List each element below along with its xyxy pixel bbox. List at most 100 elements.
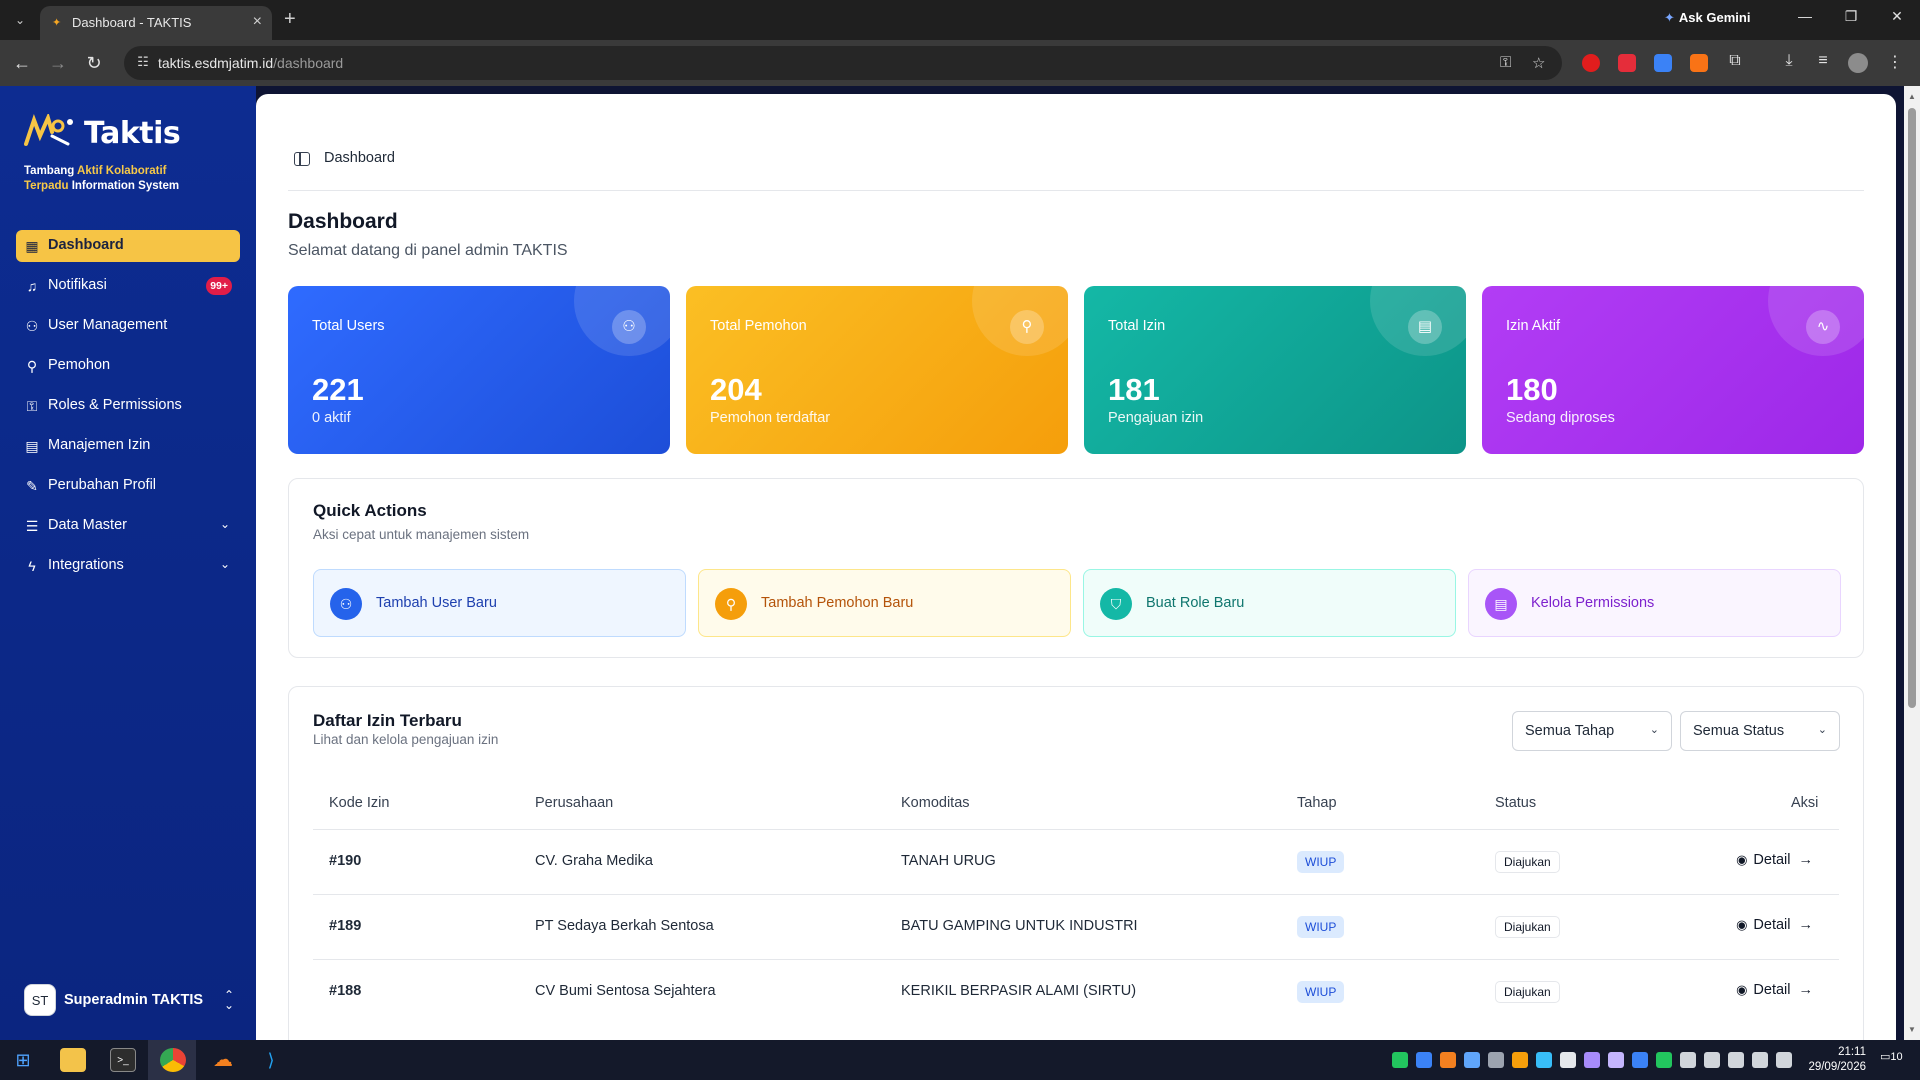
column-header-perusahaan: Perusahaan	[535, 795, 614, 811]
kode-izin-cell: #190	[329, 853, 362, 869]
tray-app-icon[interactable]	[1488, 1052, 1504, 1068]
extension-youtube-icon[interactable]	[1618, 54, 1636, 72]
sidebar-item-roles-permissions[interactable]: ⚿ Roles & Permissions	[16, 390, 240, 422]
extension-red-icon[interactable]	[1582, 54, 1600, 72]
address-bar[interactable]: ☷ taktis.esdmjatim.id/dashboard ⚿ ☆	[124, 46, 1562, 80]
tray-app-icon[interactable]	[1416, 1052, 1432, 1068]
ask-gemini-button[interactable]: ✦ Ask Gemini	[1664, 10, 1750, 26]
user-menu[interactable]: ST Superadmin TAKTIS ⌃ ⌄	[24, 984, 234, 1018]
browser-menu-icon[interactable]: ⋮	[1884, 52, 1906, 72]
filter-status-select[interactable]: Semua Status ⌄	[1680, 711, 1840, 751]
tray-app-icon[interactable]	[1440, 1052, 1456, 1068]
tray-app-icon[interactable]	[1536, 1052, 1552, 1068]
tray-app-icon[interactable]	[1776, 1052, 1792, 1068]
network-icon[interactable]	[1704, 1052, 1720, 1068]
sidebar-item-notifikasi[interactable]: ♫ Notifikasi 99+	[16, 270, 240, 302]
back-icon[interactable]: ←	[10, 51, 34, 75]
display-icon[interactable]	[1752, 1052, 1768, 1068]
tray-app-icon[interactable]	[1608, 1052, 1624, 1068]
sidebar-item-perubahan-profil[interactable]: ✎ Perubahan Profil	[16, 470, 240, 502]
extension-orange-icon[interactable]	[1690, 54, 1708, 72]
browser-tab[interactable]: ✦ Dashboard - TAKTIS ×	[40, 6, 272, 40]
tray-app-icon[interactable]	[1656, 1052, 1672, 1068]
address-url[interactable]: taktis.esdmjatim.id/dashboard	[158, 55, 343, 71]
kode-izin-cell: #188	[329, 983, 362, 999]
page-scrollbar[interactable]: ▲ ▼	[1904, 86, 1920, 1040]
gemini-spark-icon: ✦	[1664, 10, 1675, 25]
tambah-pemohon-baru-button[interactable]: ⚲ Tambah Pemohon Baru	[698, 569, 1071, 637]
table-row: #189 PT Sedaya Berkah Sentosa BATU GAMPI…	[313, 894, 1839, 959]
stat-subtext: Sedang diproses	[1506, 410, 1615, 426]
scroll-down-icon[interactable]: ▼	[1908, 1025, 1916, 1034]
arrow-right-icon: →	[1798, 852, 1814, 868]
column-header-status: Status	[1495, 795, 1537, 811]
perusahaan-cell: CV. Graha Medika	[535, 853, 653, 869]
tray-app-icon[interactable]	[1680, 1052, 1696, 1068]
browser-toolbar: ← → ↻ ☷ taktis.esdmjatim.id/dashboard ⚿ …	[0, 40, 1920, 86]
users-icon: ⚇	[612, 310, 646, 344]
brand-name: Taktis	[84, 116, 181, 151]
reading-list-icon[interactable]: ≡	[1812, 52, 1834, 70]
tab-close-icon[interactable]: ×	[253, 13, 262, 31]
stat-card-total-izin: ▤ Total Izin 181 Pengajuan izin	[1084, 286, 1466, 454]
stat-subtext: Pemohon terdaftar	[710, 410, 831, 426]
minimize-icon[interactable]: —	[1790, 8, 1820, 24]
restore-icon[interactable]: ❐	[1836, 8, 1866, 25]
sidebar-item-pemohon[interactable]: ⚲ Pemohon	[16, 350, 240, 382]
tray-app-icon[interactable]	[1392, 1052, 1408, 1068]
column-header-komoditas: Komoditas	[901, 795, 970, 811]
bookmark-star-icon[interactable]: ☆	[1532, 54, 1545, 72]
tray-app-icon[interactable]	[1464, 1052, 1480, 1068]
ask-gemini-label: Ask Gemini	[1678, 10, 1751, 25]
site-info-icon[interactable]: ☷	[134, 54, 152, 72]
volume-icon[interactable]	[1728, 1052, 1744, 1068]
user-plus-icon: ⚲	[715, 588, 747, 620]
scroll-up-icon[interactable]: ▲	[1908, 92, 1916, 101]
sidebar-item-user-management[interactable]: ⚇ User Management	[16, 310, 240, 342]
close-window-icon[interactable]: ✕	[1882, 8, 1912, 25]
file-explorer-icon[interactable]	[60, 1048, 86, 1072]
izin-table-subtitle: Lihat dan kelola pengajuan izin	[313, 732, 499, 747]
clock-date: 29/09/2026	[1808, 1061, 1866, 1073]
sidebar-toggle-icon[interactable]	[294, 152, 310, 166]
system-clock[interactable]: 21:11 29/09/2026	[1796, 1045, 1866, 1075]
extensions-puzzle-icon[interactable]: ⧉	[1724, 52, 1746, 70]
cloudflare-icon[interactable]: ☁	[210, 1048, 236, 1072]
sidebar-item-data-master[interactable]: ☰ Data Master ⌄	[16, 510, 240, 542]
chevron-down-icon: ⌄	[1817, 724, 1827, 736]
buat-role-baru-button[interactable]: ⛉ Buat Role Baru	[1083, 569, 1456, 637]
detail-button[interactable]: ◉ Detail →	[1736, 852, 1813, 868]
bluetooth-icon[interactable]	[1632, 1052, 1648, 1068]
reload-icon[interactable]: ↻	[82, 51, 106, 75]
file-icon: ▤	[1408, 310, 1442, 344]
kelola-permissions-button[interactable]: ▤ Kelola Permissions	[1468, 569, 1841, 637]
tagline-part: Information System	[68, 180, 180, 192]
user-plus-icon: ⚲	[1010, 310, 1044, 344]
detail-button[interactable]: ◉ Detail →	[1736, 917, 1813, 933]
file-icon: ▤	[1485, 588, 1517, 620]
forward-icon[interactable]: →	[46, 51, 70, 75]
new-tab-icon[interactable]: +	[284, 8, 296, 30]
tab-search-icon[interactable]: ⌄	[10, 10, 30, 30]
tray-app-icon[interactable]	[1584, 1052, 1600, 1068]
tray-app-icon[interactable]	[1512, 1052, 1528, 1068]
notification-center-icon[interactable]: ▭10	[1880, 1050, 1903, 1063]
filter-tahap-select[interactable]: Semua Tahap ⌄	[1512, 711, 1672, 751]
detail-button[interactable]: ◉ Detail →	[1736, 982, 1813, 998]
password-key-icon[interactable]: ⚿	[1500, 54, 1511, 71]
download-icon[interactable]: ⤓	[1778, 52, 1800, 70]
profile-avatar-icon[interactable]	[1848, 53, 1868, 73]
sidebar-item-dashboard[interactable]: ▦ Dashboard	[16, 230, 240, 262]
windows-start-icon[interactable]: ⊞	[10, 1048, 36, 1072]
vscode-icon[interactable]: ⟩	[258, 1048, 284, 1072]
chrome-icon[interactable]	[160, 1048, 186, 1072]
extension-s-icon[interactable]	[1654, 54, 1672, 72]
scrollbar-thumb[interactable]	[1908, 108, 1916, 708]
sidebar-item-integrations[interactable]: ϟ Integrations ⌄	[16, 550, 240, 582]
tahap-badge: WIUP	[1297, 851, 1345, 873]
terminal-icon[interactable]: >_	[110, 1048, 136, 1072]
notification-count: 10	[1890, 1051, 1903, 1063]
sidebar-item-manajemen-izin[interactable]: ▤ Manajemen Izin	[16, 430, 240, 462]
tambah-user-baru-button[interactable]: ⚇ Tambah User Baru	[313, 569, 686, 637]
tray-app-icon[interactable]	[1560, 1052, 1576, 1068]
